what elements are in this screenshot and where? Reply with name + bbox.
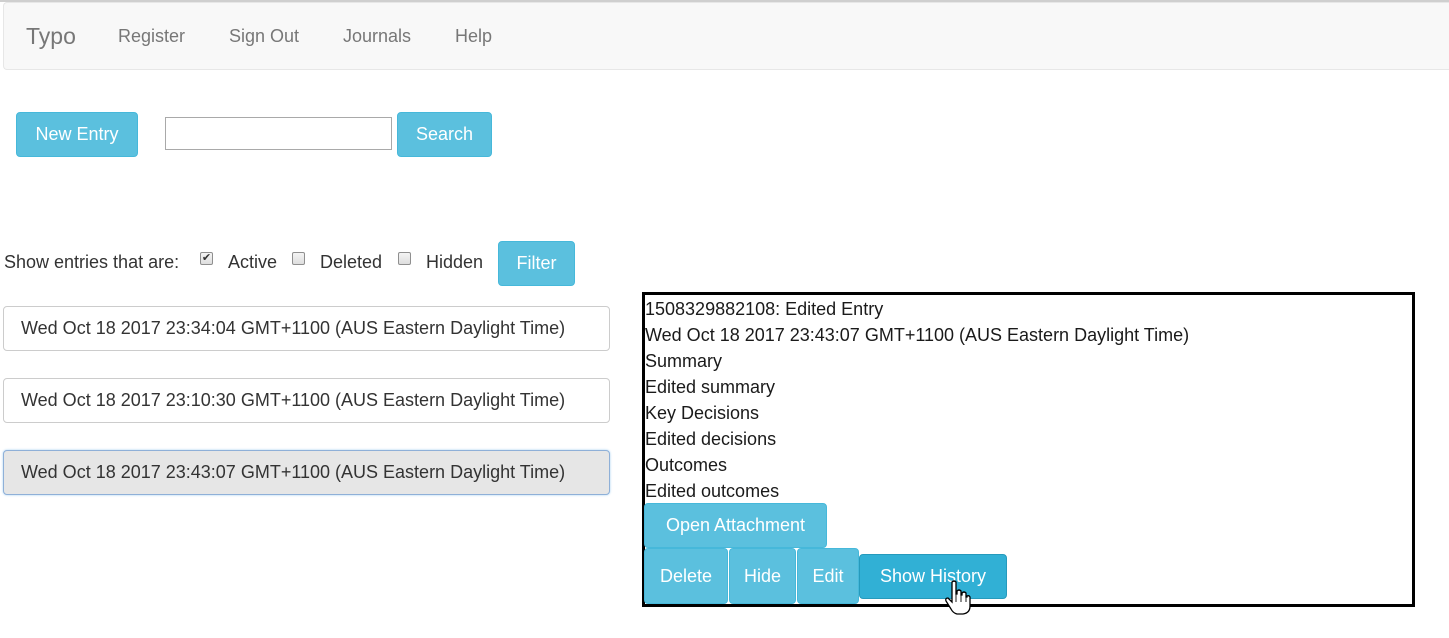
detail-heading: 1508329882108: Edited Entry xyxy=(645,299,884,319)
delete-button[interactable]: Delete xyxy=(644,548,728,604)
detail-timestamp: Wed Oct 18 2017 23:43:07 GMT+1100 (AUS E… xyxy=(645,325,1190,345)
entry-item-selected[interactable]: Wed Oct 18 2017 23:43:07 GMT+1100 (AUS E… xyxy=(3,450,610,495)
active-checkbox[interactable]: ✔ xyxy=(200,252,213,265)
search-button[interactable]: Search xyxy=(397,112,492,157)
decisions-value: Edited decisions xyxy=(645,429,777,449)
new-entry-button[interactable]: New Entry xyxy=(16,112,138,157)
entry-detail-panel: 1508329882108: Edited Entry Wed Oct 18 2… xyxy=(642,292,1415,607)
filter-button[interactable]: Filter xyxy=(498,241,575,286)
entry-item[interactable]: Wed Oct 18 2017 23:10:30 GMT+1100 (AUS E… xyxy=(3,378,610,423)
deleted-checkbox[interactable] xyxy=(292,252,305,265)
deleted-label: Deleted xyxy=(320,252,383,272)
nav-register[interactable]: Register xyxy=(118,26,185,47)
show-history-button[interactable]: Show History xyxy=(859,554,1007,599)
edit-button[interactable]: Edit xyxy=(797,548,859,604)
decisions-label: Key Decisions xyxy=(645,403,760,423)
hidden-checkbox[interactable] xyxy=(398,252,411,265)
summary-value: Edited summary xyxy=(645,377,776,397)
open-attachment-button[interactable]: Open Attachment xyxy=(644,503,827,548)
brand-logo[interactable]: Typo xyxy=(26,23,76,50)
hide-button[interactable]: Hide xyxy=(729,548,796,604)
navbar: Typo Register Sign Out Journals Help xyxy=(3,2,1449,70)
nav-journals[interactable]: Journals xyxy=(343,26,411,47)
outcomes-value: Edited outcomes xyxy=(645,481,780,501)
filter-prompt: Show entries that are: xyxy=(4,252,180,272)
outcomes-label: Outcomes xyxy=(645,455,728,475)
nav-help[interactable]: Help xyxy=(455,26,492,47)
check-icon: ✔ xyxy=(201,252,212,264)
nav-sign-out[interactable]: Sign Out xyxy=(229,26,299,47)
active-label: Active xyxy=(228,252,278,272)
hidden-label: Hidden xyxy=(426,252,484,272)
entry-item[interactable]: Wed Oct 18 2017 23:34:04 GMT+1100 (AUS E… xyxy=(3,306,610,351)
summary-label: Summary xyxy=(645,351,723,371)
search-input[interactable] xyxy=(165,117,392,150)
